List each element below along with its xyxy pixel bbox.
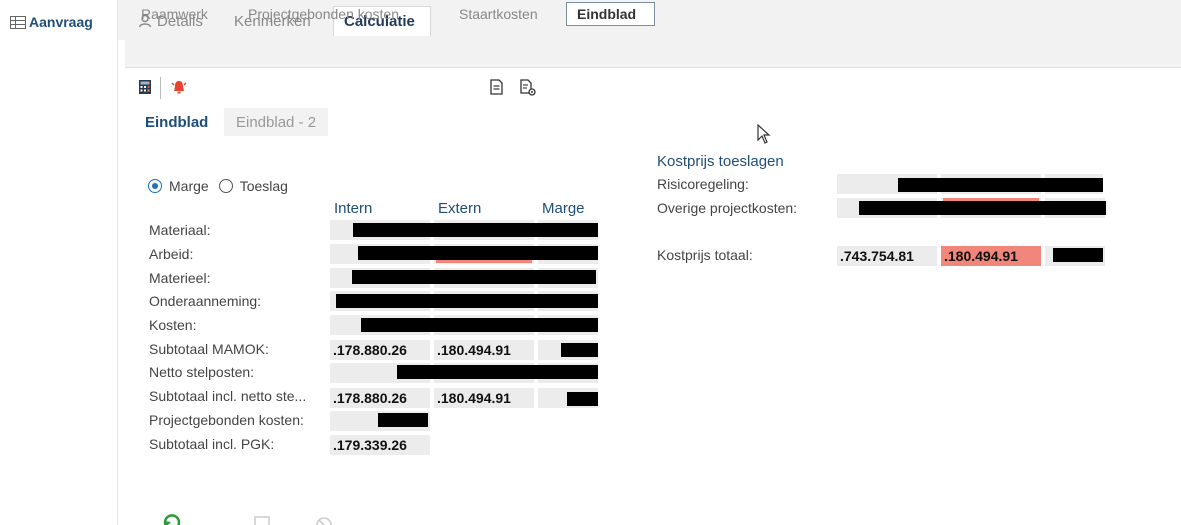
column-header-marge: Marge <box>542 200 585 217</box>
column-header-extern: Extern <box>438 200 482 217</box>
redaction-bar <box>358 246 598 260</box>
document-settings-icon[interactable] <box>520 78 536 96</box>
subtab-label: Staartkosten <box>459 6 538 22</box>
save-icon[interactable] <box>253 514 271 525</box>
row-label-subtotaal-netto: Subtotaal incl. netto ste... <box>149 388 307 404</box>
row-label-projectgebonden-kosten: Projectgebonden kosten: <box>149 412 304 428</box>
redaction-bar <box>361 318 598 332</box>
inner-tab-eindblad-2[interactable]: Eindblad - 2 <box>224 108 329 136</box>
extern-highlight-line <box>436 260 532 263</box>
radio-marge-label: Marge <box>169 178 209 194</box>
mode-radio-group: Marge Toeslag <box>148 178 298 194</box>
inner-tab-label: Eindblad - 2 <box>236 113 317 131</box>
row-label-subtotaal-mamok: Subtotaal MAMOK: <box>149 341 269 357</box>
row-label-overige-projectkosten: Overige projectkosten: <box>657 200 798 216</box>
row-label-arbeid: Arbeid: <box>149 246 194 262</box>
cell-subtotaal-netto-extern[interactable]: .180.494.91 <box>434 388 534 408</box>
redaction-bar <box>561 343 598 357</box>
radio-toeslag-label: Toeslag <box>239 178 288 194</box>
mouse-cursor-icon <box>757 124 771 144</box>
cancel-icon[interactable] <box>315 514 333 525</box>
subtab-projectgebonden-kosten[interactable]: Projectgebonden kosten <box>238 2 409 26</box>
toolbar-separator <box>160 77 161 99</box>
redaction-bar <box>352 270 596 284</box>
cell-subtotaal-netto-intern[interactable]: .178.880.26 <box>330 388 430 408</box>
radio-toeslag[interactable] <box>218 179 233 193</box>
row-label-subtotaal-pgk: Subtotaal incl. PGK: <box>149 436 275 452</box>
calculator-icon[interactable] <box>137 78 153 96</box>
row-label-onderaanneming: Onderaanneming: <box>149 293 262 309</box>
refresh-icon[interactable] <box>163 514 181 525</box>
redaction-bar <box>336 294 598 308</box>
subtab-label: Raamwerk <box>141 6 208 22</box>
row-label-risicoregeling: Risicoregeling: <box>657 176 749 192</box>
redaction-bar <box>1053 248 1103 262</box>
redaction-bar <box>397 365 598 379</box>
column-header-intern: Intern <box>334 200 373 217</box>
redaction-bar <box>567 392 598 406</box>
row-label-materiaal: Materiaal: <box>149 222 211 238</box>
radio-marge[interactable] <box>148 179 162 193</box>
sidebar: Aanvraag <box>0 0 118 525</box>
cell-subtotaal-pgk-intern[interactable]: .179.339.26 <box>330 435 430 455</box>
alarm-bell-icon[interactable] <box>171 78 187 96</box>
row-label-netto-stelposten: Netto stelposten: <box>149 364 255 380</box>
row-label-materieel: Materieel: <box>149 270 211 286</box>
row-label-kostprijs-totaal: Kostprijs totaal: <box>657 247 753 263</box>
redaction-bar <box>353 223 598 237</box>
row-label-kosten: Kosten: <box>149 317 197 333</box>
subtab-label: Projectgebonden kosten <box>248 6 399 22</box>
cell-kostprijs-totaal-intern[interactable]: .743.754.81 <box>837 246 937 266</box>
table-icon <box>10 15 26 29</box>
inner-tab-eindblad[interactable]: Eindblad <box>133 108 220 136</box>
redaction-bar <box>378 413 428 427</box>
cell-subtotaal-mamok-intern[interactable]: .178.880.26 <box>330 340 430 360</box>
subtab-eindblad[interactable]: Eindblad <box>566 2 655 26</box>
redaction-bar <box>898 178 1103 192</box>
sub-tab-bar <box>125 40 1181 68</box>
redaction-bar <box>859 201 1106 215</box>
cell-kostprijs-totaal-extern[interactable]: .180.494.91 <box>941 246 1041 266</box>
inner-tab-label: Eindblad <box>145 113 209 131</box>
cell-subtotaal-mamok-extern[interactable]: .180.494.91 <box>434 340 534 360</box>
section-title-kostprijs-toeslagen: Kostprijs toeslagen <box>657 153 784 170</box>
subtab-staartkosten[interactable]: Staartkosten <box>449 2 548 26</box>
sidebar-item-aanvraag[interactable]: Aanvraag <box>0 4 112 40</box>
subtab-label: Eindblad <box>577 6 637 22</box>
subtab-raamwerk[interactable]: Raamwerk <box>131 2 218 26</box>
document-icon[interactable] <box>488 78 504 96</box>
sidebar-item-label: Aanvraag <box>29 14 93 30</box>
